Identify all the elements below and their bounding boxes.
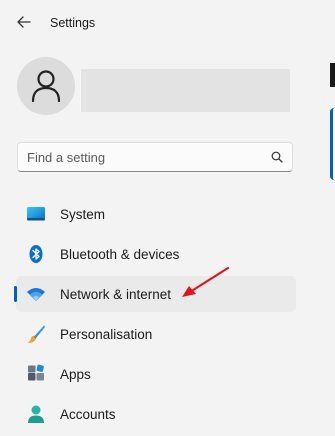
sidebar-item-apps[interactable]: Apps <box>16 356 296 392</box>
search-box[interactable] <box>17 142 293 172</box>
sidebar-item-label: Apps <box>60 367 91 382</box>
sidebar-item-system[interactable]: System <box>16 196 296 232</box>
sidebar-item-label: Accounts <box>60 407 116 422</box>
apps-icon <box>28 364 44 381</box>
bluetooth-icon <box>29 245 43 263</box>
app-title: Settings <box>50 16 96 30</box>
person-icon <box>28 405 44 423</box>
monitor-icon <box>27 207 45 221</box>
sidebar-item-label: Personalisation <box>60 327 153 342</box>
sidebar-item-accounts[interactable]: Accounts <box>16 396 296 432</box>
paint-brush-icon <box>28 325 45 343</box>
selection-indicator <box>14 286 17 302</box>
sidebar-item-personalisation[interactable]: Personalisation <box>16 316 296 352</box>
avatar[interactable] <box>17 57 75 115</box>
page-title-fragment <box>330 63 335 87</box>
sidebar-item-bluetooth-devices[interactable]: Bluetooth & devices <box>16 236 296 272</box>
title-bar: Settings <box>0 0 335 48</box>
sidebar-item-network-internet[interactable]: Network & internet <box>14 276 296 312</box>
user-silhouette-icon <box>31 70 61 103</box>
back-arrow-icon[interactable] <box>14 12 34 32</box>
wifi-icon <box>27 288 45 301</box>
content-card-fragment <box>330 108 335 180</box>
sidebar-item-label: Bluetooth & devices <box>60 247 180 262</box>
sidebar-item-label: System <box>60 207 106 222</box>
search-icon[interactable] <box>271 151 283 163</box>
account-name-placeholder <box>81 69 290 112</box>
annotation-arrow-icon <box>182 266 230 297</box>
sidebar-item-label: Network & internet <box>60 287 172 302</box>
search-input[interactable] <box>27 143 257 171</box>
